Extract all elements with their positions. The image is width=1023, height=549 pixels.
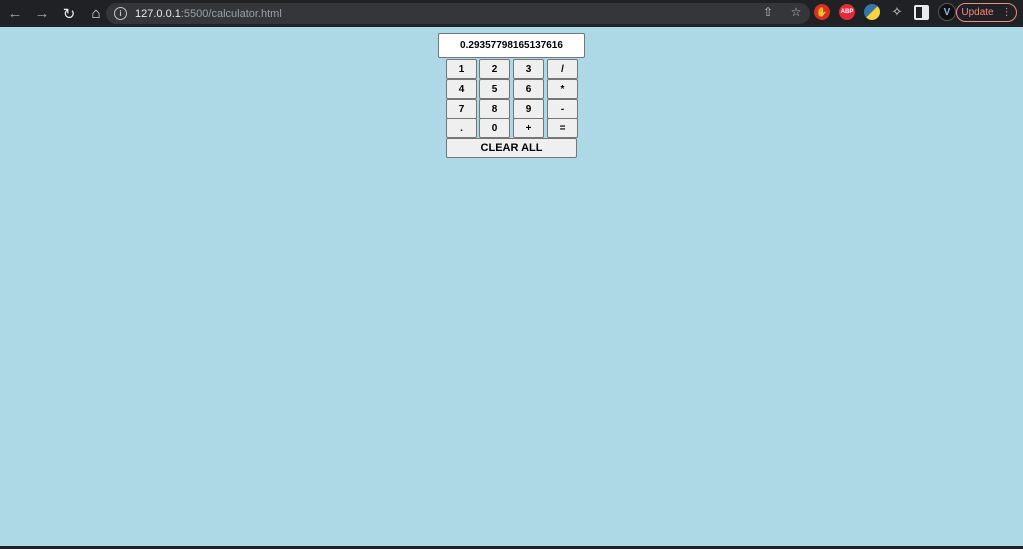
- home-icon[interactable]: ⌂: [84, 2, 108, 26]
- update-button[interactable]: Update ⋮: [956, 3, 1017, 22]
- key-subtract[interactable]: -: [547, 99, 578, 119]
- key-equals[interactable]: =: [547, 118, 578, 138]
- update-button-label: Update: [961, 7, 994, 18]
- side-panel-icon[interactable]: [914, 4, 929, 20]
- site-info-icon[interactable]: i: [114, 7, 127, 20]
- key-3[interactable]: 3: [513, 59, 544, 79]
- key-9[interactable]: 9: [513, 99, 544, 119]
- reload-icon[interactable]: ↻: [57, 2, 81, 26]
- key-decimal[interactable]: .: [446, 118, 477, 138]
- key-6[interactable]: 6: [513, 79, 544, 99]
- python-extension-icon[interactable]: [864, 4, 880, 20]
- bookmark-star-icon[interactable]: ☆: [788, 5, 804, 19]
- key-5[interactable]: 5: [479, 79, 510, 99]
- url-text: 127.0.0.1:5500/calculator.html: [135, 8, 282, 20]
- share-icon[interactable]: ⇧: [760, 5, 776, 19]
- address-bar[interactable]: i 127.0.0.1:5500/calculator.html ⇧ ☆: [106, 3, 810, 24]
- key-add[interactable]: +: [513, 118, 544, 138]
- key-0[interactable]: 0: [479, 118, 510, 138]
- more-menu-icon: ⋮: [1001, 7, 1012, 18]
- key-2[interactable]: 2: [479, 59, 510, 79]
- clear-all-button[interactable]: CLEAR ALL: [446, 138, 577, 158]
- key-4[interactable]: 4: [446, 79, 477, 99]
- forward-arrow-icon[interactable]: →: [30, 2, 54, 26]
- url-host: 127.0.0.1: [135, 7, 181, 20]
- key-1[interactable]: 1: [446, 59, 477, 79]
- browser-toolbar: ← → ↻ ⌂ i 127.0.0.1:5500/calculator.html…: [0, 0, 1023, 27]
- extension-hand-icon[interactable]: ✋: [814, 4, 830, 20]
- key-multiply[interactable]: *: [547, 79, 578, 99]
- key-divide[interactable]: /: [547, 59, 578, 79]
- extensions-puzzle-icon[interactable]: ✧: [889, 4, 905, 20]
- profile-avatar-icon[interactable]: V: [938, 3, 956, 21]
- key-8[interactable]: 8: [479, 99, 510, 119]
- adblock-plus-icon[interactable]: ABP: [839, 4, 855, 20]
- back-arrow-icon[interactable]: ←: [3, 2, 27, 26]
- calculator-display: 0.29357798165137616: [438, 33, 585, 58]
- url-path: :5500/calculator.html: [180, 7, 282, 20]
- key-7[interactable]: 7: [446, 99, 477, 119]
